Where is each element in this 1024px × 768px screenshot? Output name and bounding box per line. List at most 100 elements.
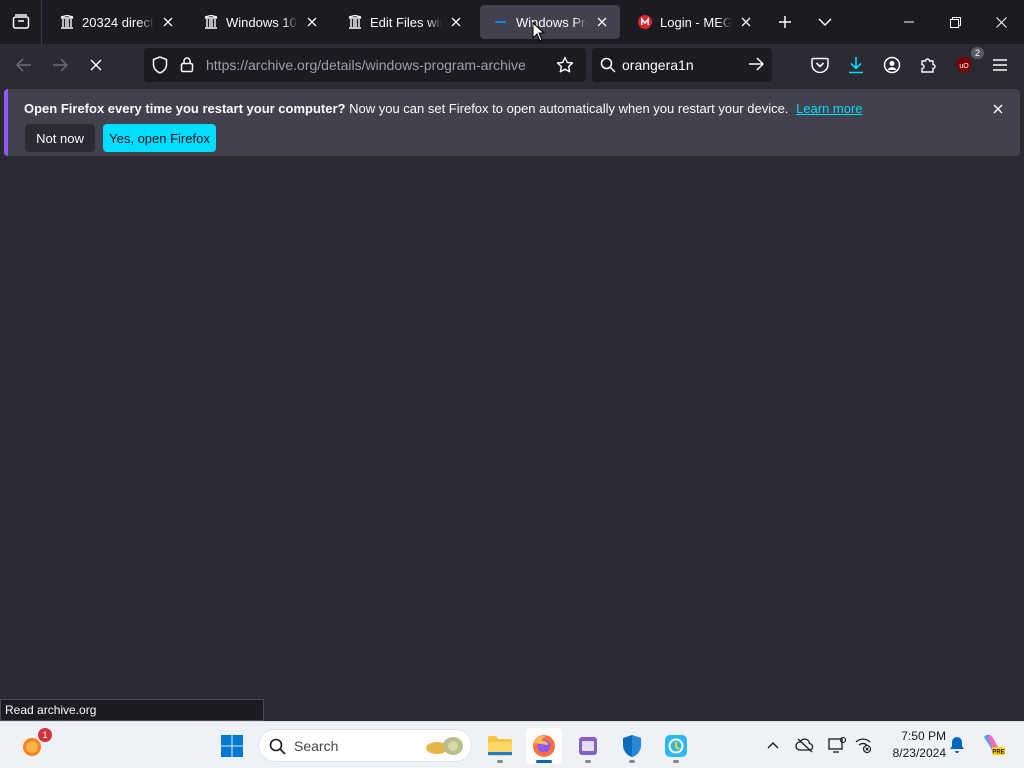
tab-title: Edit Files window <box>370 14 442 30</box>
search-highlight-icon <box>423 733 467 762</box>
url-path: /details/windows-program-archive <box>317 57 526 73</box>
minimize-button[interactable] <box>886 0 932 44</box>
open-firefox-button[interactable]: Yes, open Firefox <box>103 124 216 152</box>
close-notification-icon[interactable] <box>988 99 1008 119</box>
notifications-button[interactable] <box>946 734 968 756</box>
account-button[interactable] <box>878 51 906 79</box>
shield-icon <box>623 735 641 757</box>
taskbar-notepad-app[interactable] <box>570 728 606 764</box>
notification-message: Open Firefox every time you restart your… <box>24 101 863 116</box>
firefox-view-button[interactable] <box>0 0 42 44</box>
restore-button[interactable] <box>932 0 978 44</box>
search-placeholder: Search <box>294 738 339 754</box>
tracking-protection-icon[interactable] <box>152 56 168 77</box>
tab-title: Windows 10 Build <box>226 14 298 30</box>
ublock-extension-button[interactable]: uO 2 <box>950 47 984 79</box>
app-icon <box>665 735 687 757</box>
tab-strip: 20324 directory listing Windows 10 Build… <box>0 0 1024 44</box>
tab-2[interactable]: Windows 10 Build <box>190 5 330 39</box>
close-icon <box>995 16 1007 28</box>
onedrive-tray-icon[interactable] <box>794 734 816 756</box>
archive-icon <box>348 15 362 29</box>
running-indicator <box>629 760 635 763</box>
running-indicator <box>497 760 503 763</box>
taskbar-clock[interactable]: 7:50 PM 8/23/2024 <box>880 728 946 762</box>
display-tray-icon[interactable] <box>826 734 848 756</box>
download-icon <box>849 57 863 74</box>
search-bar[interactable]: orangera1n <box>592 48 772 82</box>
taskbar-file-explorer[interactable] <box>482 728 518 764</box>
downloads-button[interactable] <box>842 51 870 79</box>
folder-icon <box>488 736 512 756</box>
lock-icon[interactable] <box>180 56 194 76</box>
stop-button[interactable] <box>82 51 110 79</box>
hamburger-menu-icon <box>993 59 1007 71</box>
pocket-button[interactable] <box>806 51 834 79</box>
url-host: https://archive.org <box>206 57 318 73</box>
tab-5[interactable]: Login - MEGA <box>624 5 764 39</box>
minimize-icon <box>904 21 914 23</box>
navigation-toolbar: https://archive.org/details/windows-prog… <box>0 44 1024 86</box>
startup-notification-bar: Open Firefox every time you restart your… <box>4 89 1020 156</box>
chevron-up-icon <box>767 742 779 749</box>
weather-widget[interactable]: 1 <box>14 728 52 764</box>
running-indicator <box>673 760 679 763</box>
extension-badge: 2 <box>971 47 984 59</box>
back-button[interactable] <box>10 51 38 79</box>
app-window-icon <box>579 737 597 755</box>
stop-icon <box>90 59 102 71</box>
forward-arrow-icon <box>53 58 68 72</box>
mega-icon <box>638 15 652 29</box>
svg-text:PRE: PRE <box>992 750 1004 756</box>
close-tab-icon[interactable] <box>446 12 466 32</box>
loading-icon <box>494 15 508 29</box>
close-tab-icon[interactable] <box>736 12 756 32</box>
windows-logo-icon <box>221 735 243 757</box>
url-text[interactable]: https://archive.org/details/windows-prog… <box>206 57 526 73</box>
firefox-icon <box>533 735 555 757</box>
learn-more-link[interactable]: Learn more <box>796 101 862 116</box>
bookmark-star-icon[interactable] <box>556 56 574 77</box>
forward-button[interactable] <box>46 51 74 79</box>
new-tab-button[interactable] <box>771 8 799 36</box>
close-tab-icon[interactable] <box>592 12 612 32</box>
search-icon <box>600 57 616 76</box>
notification-text: Now you can set Firefox to open automati… <box>345 101 789 116</box>
mouse-cursor-icon <box>532 22 546 42</box>
notification-count-badge: 1 <box>38 728 52 742</box>
search-query: orangera1n <box>622 57 694 73</box>
ublock-icon: uO <box>957 57 971 73</box>
copilot-icon: PRE <box>984 734 1005 756</box>
search-icon <box>269 738 286 758</box>
extensions-button[interactable] <box>914 51 942 79</box>
app-menu-button[interactable] <box>986 51 1014 79</box>
show-hidden-icons-button[interactable] <box>762 734 784 756</box>
taskbar-windows-security[interactable] <box>614 728 650 764</box>
go-arrow-icon[interactable] <box>748 57 765 74</box>
not-now-button[interactable]: Not now <box>25 124 95 152</box>
taskbar-search-box[interactable]: Search <box>258 729 472 762</box>
taskbar-app-teal[interactable] <box>658 728 694 764</box>
bell-icon <box>950 737 964 753</box>
tab-title: Windows Program Archive <box>516 14 588 30</box>
start-button[interactable] <box>214 728 250 764</box>
archive-icon <box>60 15 74 29</box>
url-bar[interactable]: https://archive.org/details/windows-prog… <box>144 48 586 82</box>
network-disconnected-icon <box>855 738 872 753</box>
network-tray-icon[interactable] <box>852 734 874 756</box>
back-arrow-icon <box>16 58 31 72</box>
archive-icon <box>204 15 218 29</box>
account-icon <box>883 56 901 74</box>
close-tab-icon[interactable] <box>158 12 178 32</box>
tab-title: 20324 directory listing <box>82 14 154 30</box>
chevron-down-icon <box>818 18 832 27</box>
running-indicator <box>585 760 591 763</box>
list-all-tabs-button[interactable] <box>811 8 839 36</box>
tab-4-active[interactable]: Windows Program Archive <box>480 5 620 39</box>
tab-1[interactable]: 20324 directory listing <box>46 5 186 39</box>
close-tab-icon[interactable] <box>302 12 322 32</box>
taskbar-firefox[interactable] <box>526 728 562 764</box>
close-window-button[interactable] <box>978 0 1024 44</box>
tab-3[interactable]: Edit Files window <box>334 5 474 39</box>
copilot-button[interactable]: PRE <box>980 734 1006 756</box>
